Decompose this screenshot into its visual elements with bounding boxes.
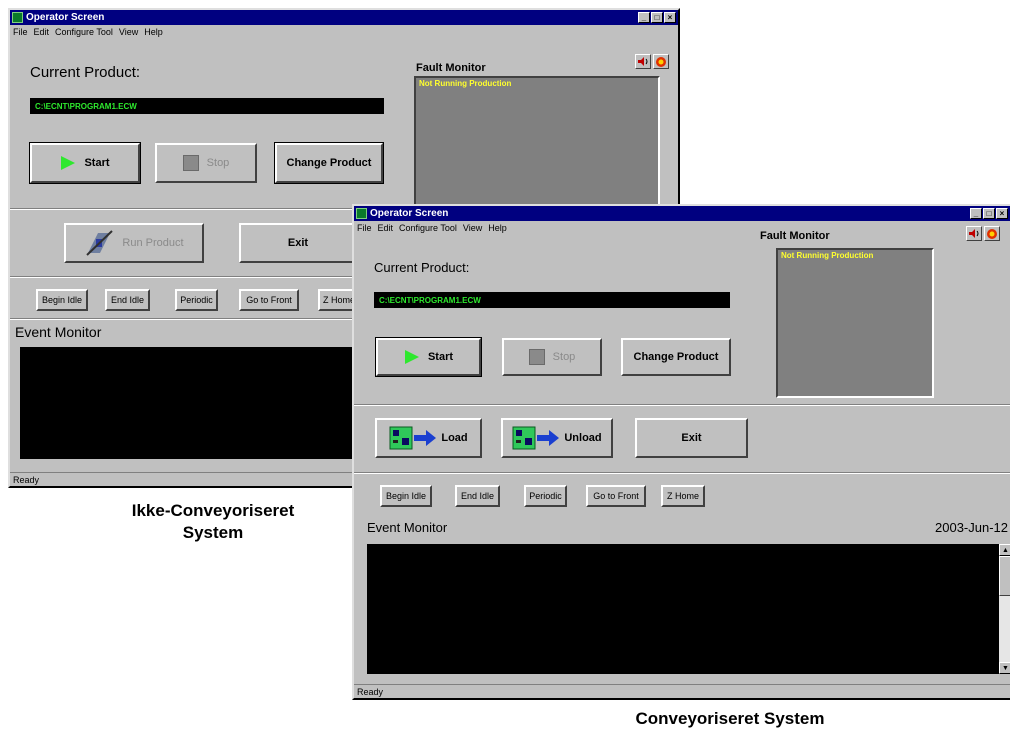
status-text: Ready <box>357 686 384 697</box>
current-product-label: Current Product: <box>30 64 141 81</box>
exit-button[interactable]: Exit <box>635 418 748 458</box>
fault-monitor-label: Fault Monitor <box>416 62 486 74</box>
maximize-button[interactable]: □ <box>983 208 995 219</box>
minimize-button[interactable]: _ <box>638 12 650 23</box>
close-button[interactable]: × <box>664 12 676 23</box>
end-idle-button[interactable]: End Idle <box>455 485 500 507</box>
app-icon <box>356 208 367 219</box>
title-bar[interactable]: Operator Screen _ □ × <box>354 206 1010 221</box>
start-button[interactable]: Start <box>375 337 482 377</box>
fault-monitor-panel: Not Running Production <box>776 248 934 398</box>
menu-configure-tool[interactable]: Configure Tool <box>52 27 116 37</box>
scroll-thumb[interactable] <box>999 556 1010 596</box>
load-board-icon <box>389 426 437 450</box>
menu-edit[interactable]: Edit <box>31 27 53 37</box>
fault-monitor-label: Fault Monitor <box>760 230 830 242</box>
change-product-button[interactable]: Change Product <box>621 338 731 376</box>
end-idle-button[interactable]: End Idle <box>105 289 150 311</box>
stop-button[interactable]: Stop <box>155 143 257 183</box>
window-title: Operator Screen <box>26 12 105 23</box>
stop-label: Stop <box>552 351 576 363</box>
z-home-button[interactable]: Z Home <box>661 485 705 507</box>
change-product-button[interactable]: Change Product <box>274 142 384 184</box>
stop-icon <box>528 349 545 365</box>
begin-idle-button[interactable]: Begin Idle <box>380 485 432 507</box>
caption-non-conveyor: Ikke-Conveyoriseret System <box>88 500 338 544</box>
scroll-down-icon[interactable]: ▼ <box>999 662 1010 674</box>
run-product-icon <box>86 230 114 256</box>
alarm-icon[interactable] <box>653 54 669 69</box>
change-product-label: Change Product <box>633 351 719 363</box>
alarm-icon[interactable] <box>984 226 1000 241</box>
menu-file[interactable]: File <box>10 27 31 37</box>
load-label: Load <box>441 432 468 444</box>
event-monitor-label: Event Monitor <box>367 520 448 535</box>
close-button[interactable]: × <box>996 208 1008 219</box>
menu-bar: File Edit Configure Tool View Help <box>354 221 1010 235</box>
start-button[interactable]: Start <box>29 142 141 184</box>
event-scrollbar[interactable]: ▲ ▼ <box>999 544 1010 674</box>
menu-help[interactable]: Help <box>485 223 510 233</box>
event-monitor-panel <box>367 544 999 674</box>
speaker-icon[interactable] <box>635 54 651 69</box>
menu-bar: File Edit Configure Tool View Help <box>10 25 678 39</box>
speaker-icon[interactable] <box>966 226 982 241</box>
caption-non-conveyor-line2: System <box>182 523 244 542</box>
product-path-field: C:\ECNT\PROGRAM1.ECW <box>374 292 730 308</box>
menu-view[interactable]: View <box>460 223 485 233</box>
go-to-front-button[interactable]: Go to Front <box>586 485 646 507</box>
fault-status-text: Not Running Production <box>781 251 874 260</box>
event-date: 2003-Jun-12 <box>935 520 1008 535</box>
stop-label: Stop <box>206 157 230 169</box>
periodic-button[interactable]: Periodic <box>175 289 218 311</box>
app-icon <box>12 12 23 23</box>
play-icon <box>61 156 76 170</box>
caption-conveyor: Conveyoriseret System <box>635 709 825 728</box>
menu-view[interactable]: View <box>116 27 141 37</box>
run-product-button[interactable]: Run Product <box>64 223 204 263</box>
unload-board-icon <box>512 426 560 450</box>
maximize-button[interactable]: □ <box>651 12 663 23</box>
unload-label: Unload <box>564 432 602 444</box>
menu-configure-tool[interactable]: Configure Tool <box>396 223 460 233</box>
fault-status-text: Not Running Production <box>419 79 512 88</box>
menu-file[interactable]: File <box>354 223 375 233</box>
run-product-label: Run Product <box>122 237 184 249</box>
window-title: Operator Screen <box>370 208 449 219</box>
start-label: Start <box>427 351 454 363</box>
event-monitor-label: Event Monitor <box>15 324 102 340</box>
caption-non-conveyor-line1: Ikke-Conveyoriseret <box>131 501 295 520</box>
exit-button-back[interactable]: Exit <box>239 223 357 263</box>
exit-label: Exit <box>681 432 702 444</box>
menu-help[interactable]: Help <box>141 27 166 37</box>
scroll-up-icon[interactable]: ▲ <box>999 544 1010 556</box>
change-product-label: Change Product <box>286 157 372 169</box>
periodic-button[interactable]: Periodic <box>524 485 567 507</box>
load-button[interactable]: Load <box>375 418 482 458</box>
go-to-front-button[interactable]: Go to Front <box>239 289 299 311</box>
status-bar: Ready <box>354 684 1010 698</box>
exit-label: Exit <box>287 237 309 249</box>
start-label: Start <box>84 157 110 169</box>
unload-button[interactable]: Unload <box>501 418 613 458</box>
status-text: Ready <box>13 474 40 485</box>
title-bar[interactable]: Operator Screen _ □ × <box>10 10 678 25</box>
current-product-label: Current Product: <box>374 260 470 275</box>
product-path-field: C:\ECNT\PROGRAM1.ECW <box>30 98 384 114</box>
stop-icon <box>182 155 199 171</box>
operator-window-conveyor: Operator Screen _ □ × File Edit Configur… <box>352 204 1010 700</box>
minimize-button[interactable]: _ <box>970 208 982 219</box>
menu-edit[interactable]: Edit <box>375 223 397 233</box>
play-icon <box>404 350 419 364</box>
begin-idle-button[interactable]: Begin Idle <box>36 289 88 311</box>
stop-button[interactable]: Stop <box>502 338 602 376</box>
